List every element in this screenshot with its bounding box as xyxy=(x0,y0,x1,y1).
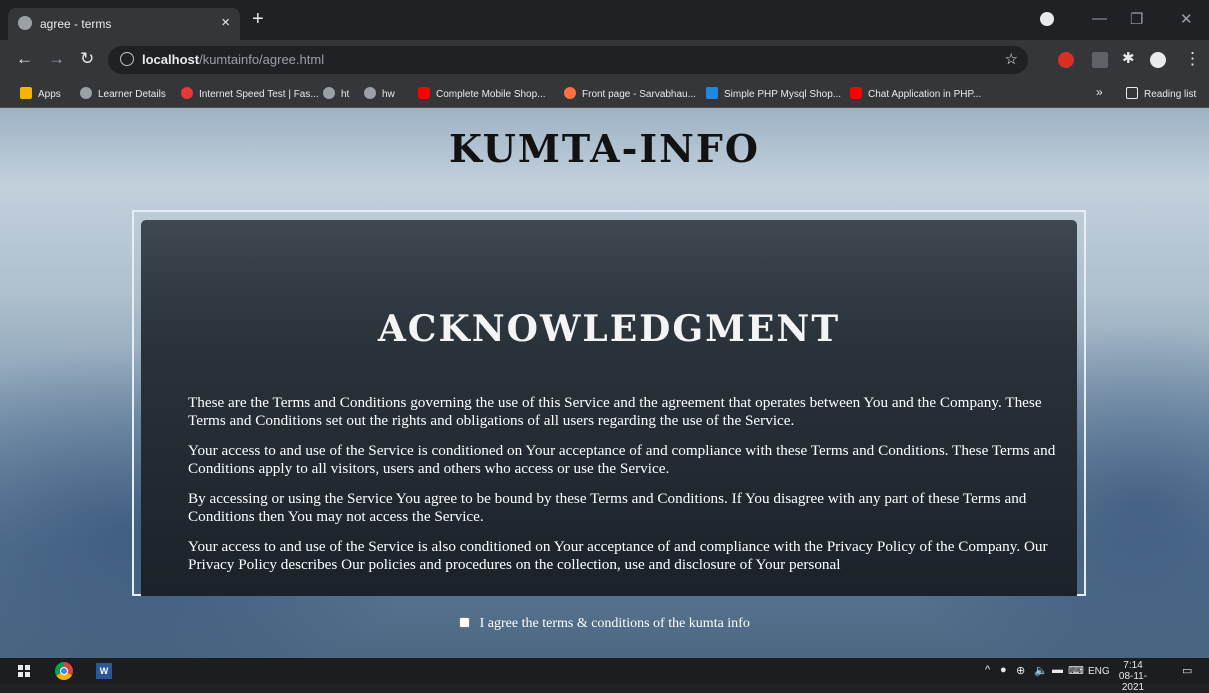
word-taskbar-icon[interactable]: W xyxy=(96,663,112,679)
bookmark-apps[interactable]: Apps xyxy=(20,87,61,100)
youtube-icon xyxy=(850,87,862,99)
clock-date: 08-11-2021 xyxy=(1118,671,1148,693)
extension-red-icon[interactable] xyxy=(1058,52,1074,68)
terms-text: These are the Terms and Conditions gover… xyxy=(188,394,1056,586)
browser-tab-agree-terms[interactable]: agree - terms × xyxy=(8,8,240,40)
bookmark-star-icon[interactable]: ☆ xyxy=(1005,50,1018,68)
agree-label[interactable]: I agree the terms & conditions of the ku… xyxy=(480,616,750,631)
agree-checkbox[interactable] xyxy=(459,617,471,628)
new-tab-button[interactable]: + xyxy=(252,9,264,29)
apps-grid-icon xyxy=(20,87,32,99)
terms-panel[interactable]: ACKNOWLEDGMENT These are the Terms and C… xyxy=(141,220,1077,596)
address-bar[interactable]: localhost/kumtainfo/agree.html ☆ xyxy=(108,46,1028,74)
tray-chevron-icon[interactable]: ^ xyxy=(985,664,990,676)
tray-app-icon[interactable]: ● xyxy=(1000,664,1007,676)
globe-icon xyxy=(80,87,92,99)
reading-list-button[interactable]: Reading list xyxy=(1126,87,1196,100)
keyboard-icon[interactable]: ⌨ xyxy=(1068,664,1084,677)
notifications-icon[interactable]: ▭ xyxy=(1182,664,1192,677)
windows-taskbar: W ^ ● ⊕ 🔈 ▬ ⌨ ENG 7:14 08-11-2021 ▭ xyxy=(0,658,1209,693)
profile-avatar-icon[interactable] xyxy=(1150,52,1166,68)
system-clock[interactable]: 7:14 08-11-2021 xyxy=(1115,660,1151,693)
url-path: /kumtainfo/agree.html xyxy=(199,52,325,67)
extensions-puzzle-icon[interactable]: ✱ xyxy=(1122,50,1135,68)
agree-row: I agree the terms & conditions of the ku… xyxy=(0,616,1209,632)
extension-grey-icon[interactable] xyxy=(1092,52,1108,68)
bookmarks-overflow-button[interactable]: » xyxy=(1096,85,1103,99)
bookmark-chat-app[interactable]: Chat Application in PHP... xyxy=(850,87,981,100)
terms-paragraph: By accessing or using the Service You ag… xyxy=(188,490,1027,525)
browser-toolbar: ← → ↻ localhost/kumtainfo/agree.html ☆ ✱… xyxy=(0,40,1209,80)
speedtest-icon xyxy=(181,87,193,99)
volume-icon[interactable]: 🔈 xyxy=(1034,664,1048,677)
restore-icon[interactable]: ❐ xyxy=(1130,10,1143,28)
site-title: KUMTA-INFO xyxy=(449,126,760,171)
reading-list-icon xyxy=(1126,87,1138,99)
acknowledgment-heading: ACKNOWLEDGMENT xyxy=(377,308,841,350)
page-viewport: KUMTA-INFO ACKNOWLEDGMENT These are the … xyxy=(0,108,1209,658)
reload-icon[interactable]: ↻ xyxy=(80,50,94,68)
site-info-icon[interactable] xyxy=(120,52,134,66)
youtube-icon xyxy=(418,87,430,99)
tab-close-icon[interactable]: × xyxy=(221,14,230,31)
url-host: localhost xyxy=(142,52,200,67)
tab-strip: agree - terms × + — ❐ ✕ xyxy=(0,0,1209,40)
battery-icon[interactable]: ▬ xyxy=(1052,664,1063,676)
globe-icon xyxy=(323,87,335,99)
bookmarks-bar: Apps Learner Details Internet Speed Test… xyxy=(0,80,1209,108)
bookmark-mobile-shop[interactable]: Complete Mobile Shop... xyxy=(418,87,546,100)
tab-search-icon[interactable] xyxy=(1040,12,1054,26)
globe-icon xyxy=(18,16,32,30)
minimize-icon[interactable]: — xyxy=(1092,10,1107,27)
chrome-taskbar-icon[interactable] xyxy=(55,662,73,680)
language-indicator[interactable]: ENG xyxy=(1088,666,1110,677)
bookmark-ht[interactable]: ht xyxy=(323,87,349,100)
url-text[interactable]: localhost/kumtainfo/agree.html xyxy=(142,52,324,67)
globe-icon xyxy=(364,87,376,99)
close-window-icon[interactable]: ✕ xyxy=(1180,10,1193,28)
terms-paragraph: Your access to and use of the Service is… xyxy=(188,442,1056,477)
site-icon xyxy=(564,87,576,99)
bookmark-front-page[interactable]: Front page - Sarvabhau... xyxy=(564,87,696,100)
menu-kebab-icon[interactable]: ⋮ xyxy=(1184,50,1201,68)
windows-start-icon[interactable] xyxy=(18,665,30,677)
network-icon[interactable]: ⊕ xyxy=(1016,664,1025,677)
terms-paragraph: Your access to and use of the Service is… xyxy=(188,538,1048,573)
bookmark-php-shop[interactable]: Simple PHP Mysql Shop... xyxy=(706,87,841,100)
bookmark-speed-test[interactable]: Internet Speed Test | Fas... xyxy=(181,87,319,100)
clock-time: 7:14 xyxy=(1123,660,1143,671)
bookmark-hw[interactable]: hw xyxy=(364,87,395,100)
bookmark-learner-details[interactable]: Learner Details xyxy=(80,87,166,100)
back-arrow-icon[interactable]: ← xyxy=(16,50,33,68)
tab-title: agree - terms xyxy=(40,17,112,31)
w-icon xyxy=(706,87,718,99)
terms-paragraph: These are the Terms and Conditions gover… xyxy=(188,394,1042,429)
forward-arrow-icon[interactable]: → xyxy=(48,50,65,68)
